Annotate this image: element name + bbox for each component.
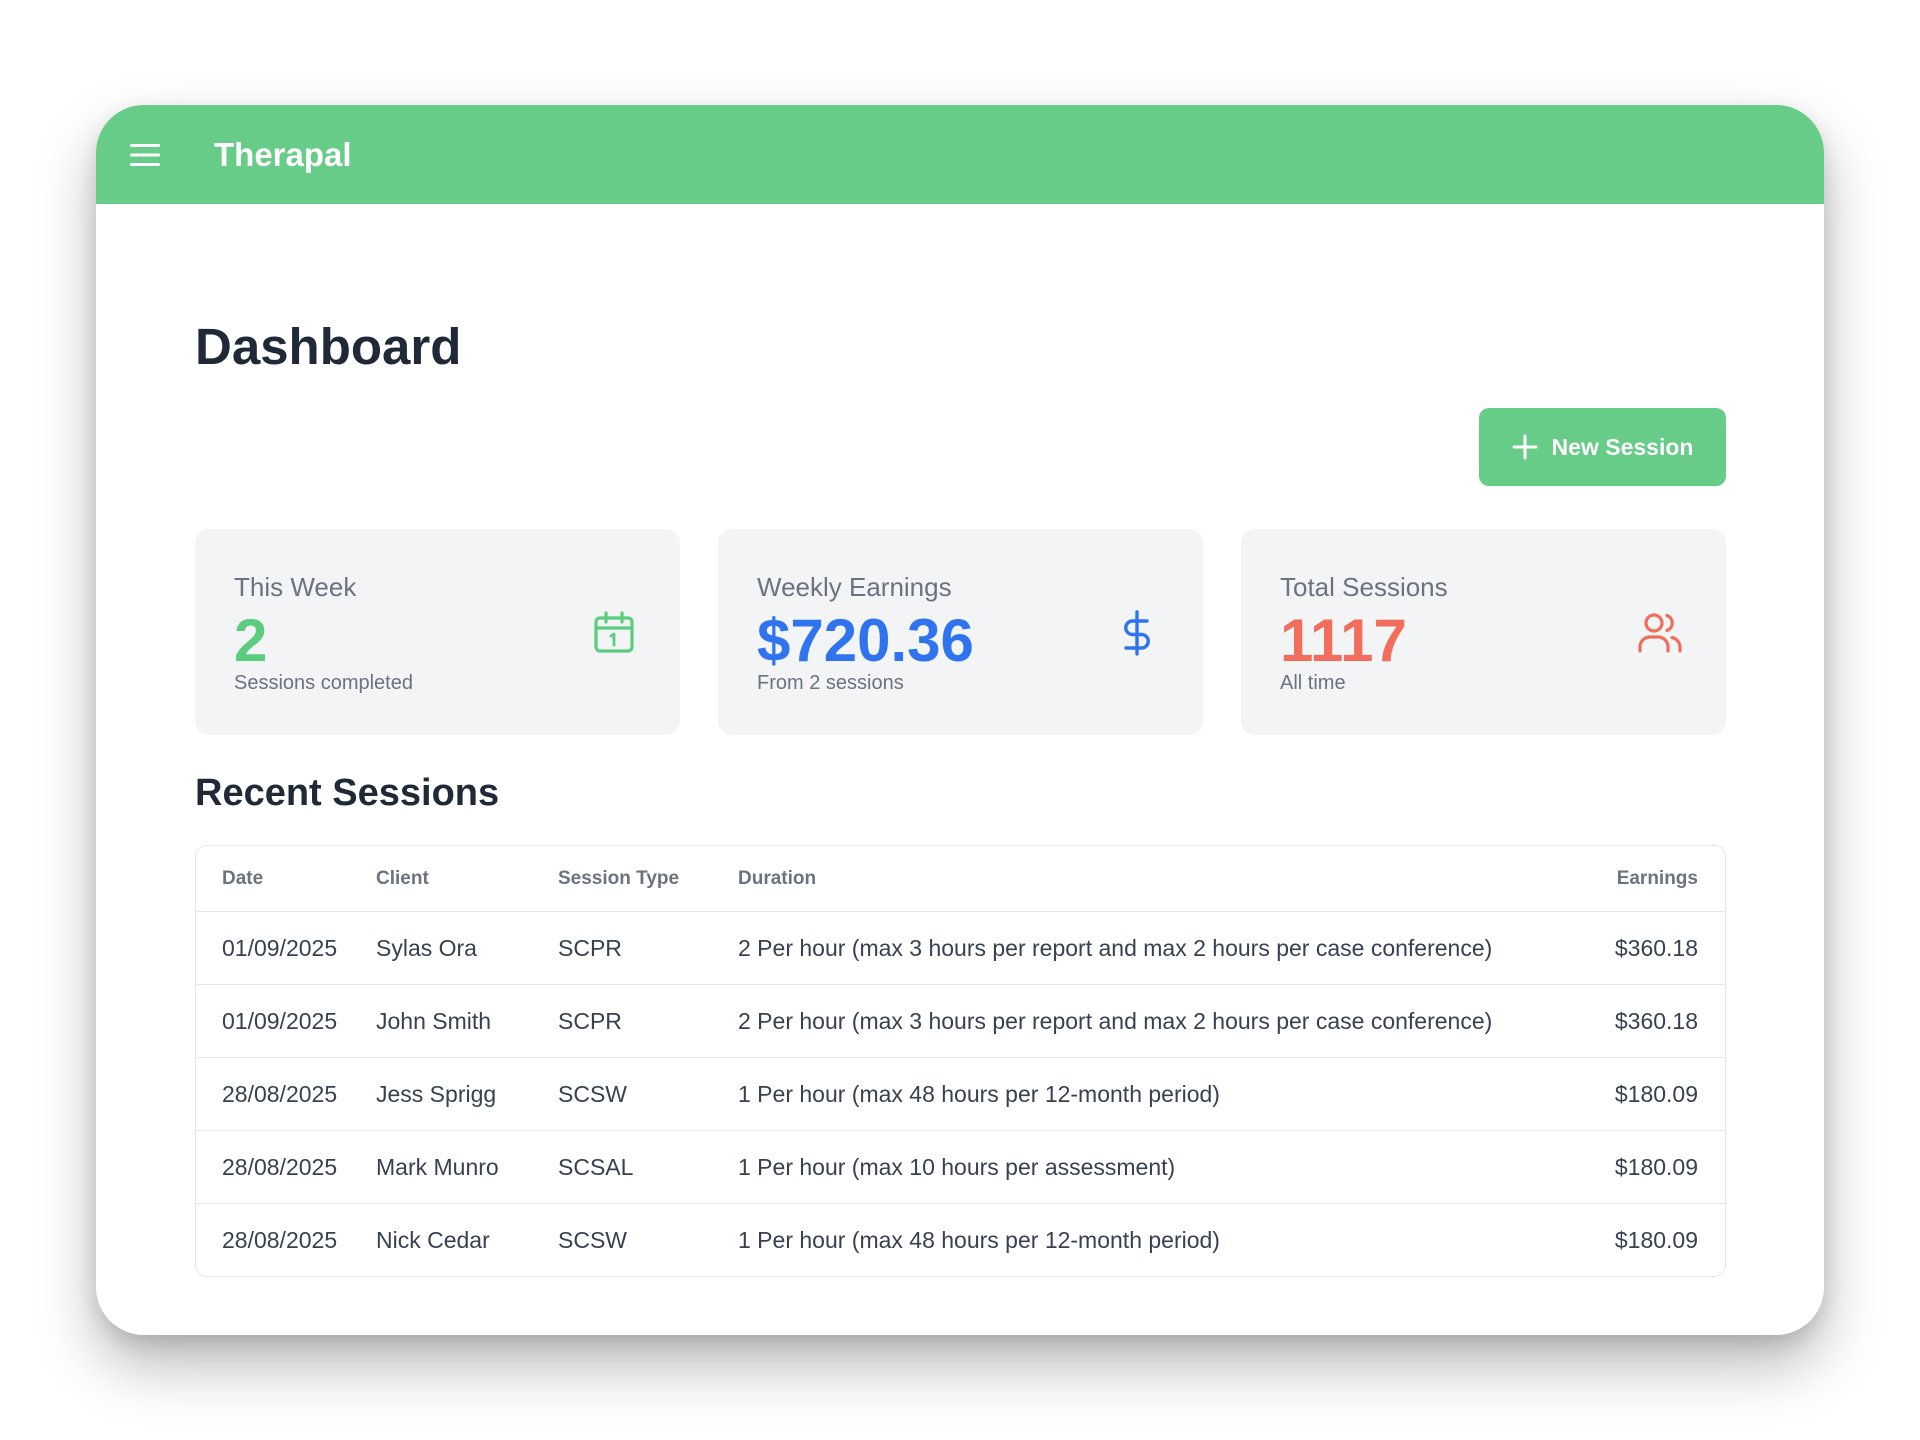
app-title: Therapal [214,135,352,173]
cell-earnings: $180.09 [1578,1203,1725,1276]
cell-client: Nick Cedar [376,1203,558,1276]
table-row[interactable]: 01/09/2025 Sylas Ora SCPR 2 Per hour (ma… [196,911,1725,985]
page-title: Dashboard [195,318,462,375]
cell-session-type: SCSW [558,1057,738,1131]
stat-subtext: All time [1280,672,1346,694]
table-header-row: Date Client Session Type Duration Earnin… [196,846,1725,912]
cell-client: Jess Sprigg [376,1057,558,1131]
stat-card-weekly-earnings: Weekly Earnings $720.36 From 2 sessions [718,529,1203,735]
cell-earnings: $360.18 [1578,984,1725,1058]
cell-earnings: $180.09 [1578,1130,1725,1204]
cell-duration: 1 Per hour (max 10 hours per assessment) [738,1130,1578,1204]
cell-duration: 2 Per hour (max 3 hours per report and m… [738,984,1578,1058]
recent-sessions-table: Date Client Session Type Duration Earnin… [195,845,1726,1277]
new-session-button[interactable]: New Session [1479,408,1726,486]
stat-value: 1117 [1280,607,1407,674]
stats-row: This Week 2 Sessions completed Weekly Ea… [195,529,1726,735]
cell-client: John Smith [376,984,558,1058]
column-header-duration: Duration [738,867,817,889]
hamburger-menu-icon [130,143,160,166]
calendar-icon [594,611,634,653]
column-header-earnings: Earnings [1616,867,1698,889]
stat-card-total-sessions: Total Sessions 1117 All time [1241,529,1726,735]
stat-subtext: From 2 sessions [757,672,904,694]
cell-earnings: $180.09 [1578,1057,1725,1131]
users-icon [1638,613,1682,653]
stat-label: Total Sessions [1280,572,1448,602]
table-row[interactable]: 28/08/2025 Mark Munro SCSAL 1 Per hour (… [196,1130,1725,1204]
plus-icon [1512,434,1538,460]
cell-date: 01/09/2025 [196,911,376,985]
cell-date: 28/08/2025 [196,1057,376,1131]
cell-duration: 2 Per hour (max 3 hours per report and m… [738,911,1578,985]
cell-session-type: SCPR [558,984,738,1058]
table-row[interactable]: 01/09/2025 John Smith SCPR 2 Per hour (m… [196,984,1725,1058]
cell-session-type: SCSW [558,1203,738,1276]
cell-client: Sylas Ora [376,911,558,985]
table-row[interactable]: 28/08/2025 Jess Sprigg SCSW 1 Per hour (… [196,1057,1725,1131]
cell-session-type: SCSAL [558,1130,738,1204]
cell-client: Mark Munro [376,1130,558,1204]
cell-session-type: SCPR [558,911,738,985]
stat-label: Weekly Earnings [757,572,952,602]
app-window: Therapal Dashboard New Session This Week… [96,105,1824,1335]
top-bar: Therapal [96,105,1824,204]
cell-date: 01/09/2025 [196,984,376,1058]
stat-subtext: Sessions completed [234,672,413,694]
table-row[interactable]: 28/08/2025 Nick Cedar SCSW 1 Per hour (m… [196,1203,1725,1276]
cell-duration: 1 Per hour (max 48 hours per 12-month pe… [738,1057,1578,1131]
cell-date: 28/08/2025 [196,1203,376,1276]
menu-button[interactable] [127,137,163,173]
column-header-date: Date [222,867,264,889]
dollar-icon [1124,610,1150,656]
stat-value: $720.36 [757,607,974,674]
stat-card-this-week: This Week 2 Sessions completed [195,529,680,735]
cell-duration: 1 Per hour (max 48 hours per 12-month pe… [738,1203,1578,1276]
cell-earnings: $360.18 [1578,911,1725,985]
column-header-client: Client [376,867,429,889]
column-header-session-type: Session Type [558,867,680,889]
new-session-label: New Session [1551,433,1694,460]
cell-date: 28/08/2025 [196,1130,376,1204]
stat-value: 2 [234,607,268,674]
stat-label: This Week [234,572,357,602]
recent-sessions-title: Recent Sessions [195,772,500,814]
